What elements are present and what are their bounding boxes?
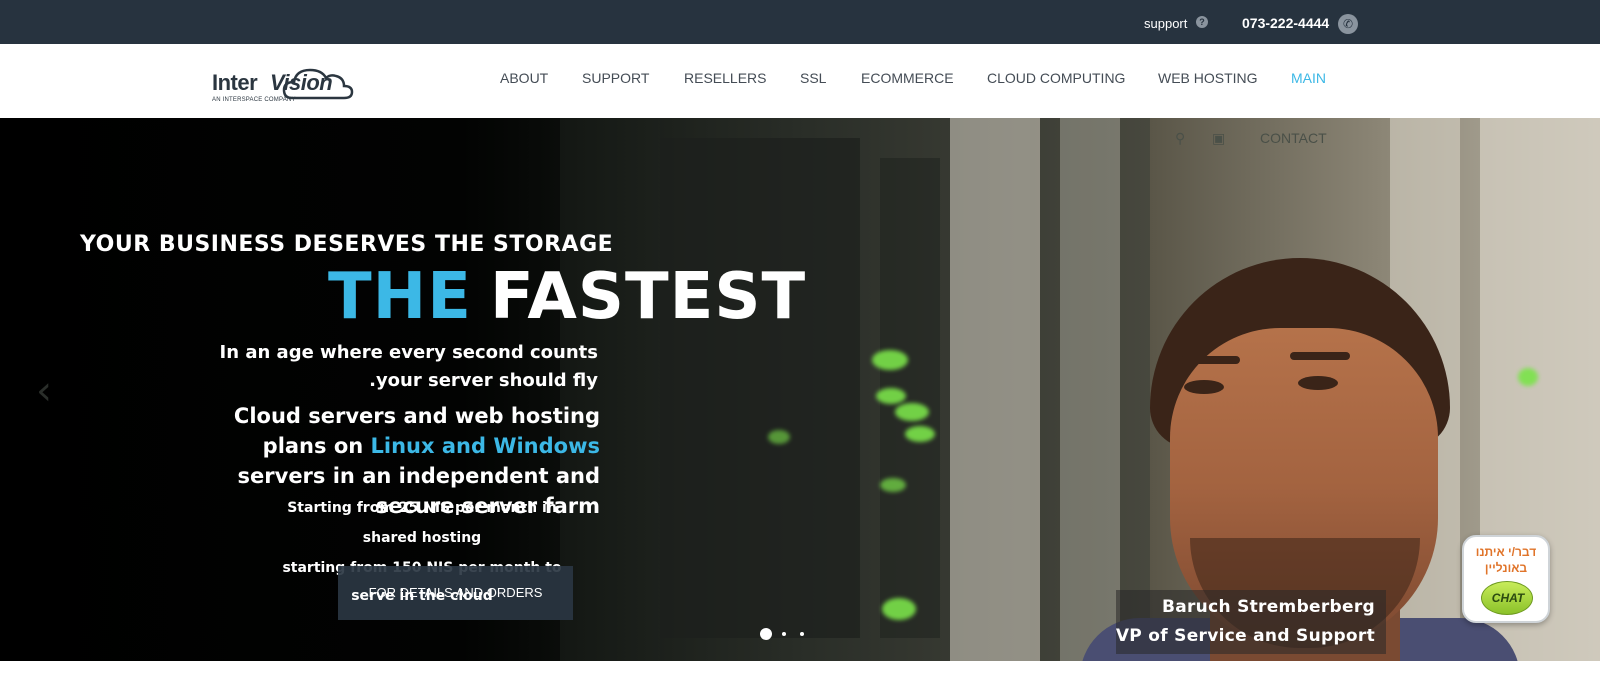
logo-tagline: AN INTERSPACE COMPANY [212, 97, 296, 103]
hero-price-line-4: serve in the cloud [351, 588, 493, 604]
slider-prev-arrow[interactable]: ‹ [36, 368, 52, 414]
nav-support[interactable]: SUPPORT [582, 70, 649, 86]
slider-dot[interactable] [800, 632, 804, 636]
person-eye [1298, 376, 1338, 390]
nav-ssl[interactable]: SSL [800, 70, 826, 86]
server-led [905, 426, 935, 442]
chat-label-line-2: באונליין [1484, 561, 1528, 575]
logo-text-vision: Vision [270, 70, 333, 95]
contact-link[interactable]: CONTACT [1260, 130, 1327, 146]
nav-ecommerce[interactable]: ECOMMERCE [861, 70, 954, 86]
slider-dot-active[interactable] [760, 628, 772, 640]
nav-web-hosting[interactable]: WEB HOSTING [1158, 70, 1258, 86]
server-led [768, 430, 790, 444]
hero-cloud-line-3: servers in an independent and [237, 464, 600, 488]
nav-cloud-computing[interactable]: CLOUD COMPUTING [987, 70, 1125, 86]
hero-headline-fastest: FASTEST [490, 260, 807, 334]
server-led [880, 478, 906, 492]
caption-person-name: Baruch Stremberberg [1161, 597, 1375, 617]
hero-subline-age-2: .your server should fly [369, 370, 598, 391]
site-logo[interactable]: Inter Vision AN INTERSPACE COMPANY [210, 64, 354, 110]
server-led [882, 598, 916, 620]
server-rack [660, 138, 860, 638]
chat-bubble-icon: CHAT [1481, 581, 1533, 615]
server-led [1518, 368, 1538, 386]
caption-person-role: VP of Service and Support [1115, 626, 1375, 646]
server-led [895, 403, 929, 421]
hero-cloud-line-2: plans on Linux and Windows [150, 434, 600, 458]
person-eyebrow [1290, 352, 1350, 360]
person-eye [1184, 380, 1224, 394]
hero-price-line-2: shared hosting [362, 530, 482, 546]
server-led [876, 388, 906, 404]
slider-dot[interactable] [782, 632, 786, 636]
chat-bubble-text: CHAT [1491, 591, 1525, 605]
hero-slider: ‹ ⚲ ▣ CONTACT YOUR BUSINESS DESERVES THE… [0, 118, 1600, 661]
nav-resellers[interactable]: RESELLERS [684, 70, 766, 86]
server-led [872, 350, 908, 370]
phone-icon[interactable]: ✆ [1338, 14, 1358, 34]
nav-about[interactable]: ABOUT [500, 70, 548, 86]
person-eyebrow [1180, 356, 1240, 364]
chat-label-line-1: דבר/י איתנו [1475, 545, 1537, 559]
phone-number[interactable]: 073-222-4444 [1242, 15, 1329, 31]
live-chat-widget[interactable]: דבר/י איתנו באונליין CHAT [1462, 535, 1550, 623]
search-icon[interactable]: ⚲ [1175, 130, 1185, 147]
support-link[interactable]: support [1144, 16, 1187, 31]
room-pillar [950, 118, 1040, 661]
hero-cloud-line-2-text: plans on [262, 434, 371, 458]
nav-main[interactable]: MAIN [1291, 70, 1326, 86]
logo-text-inter: Inter [212, 70, 258, 95]
hero-cloud-line-1: Cloud servers and web hosting [233, 404, 600, 428]
top-bar: support ? 073-222-4444 ✆ [0, 0, 1600, 44]
hero-subline-age-1: In an age where every second counts [219, 342, 598, 363]
hero-cloud-line-2-highlight: Linux and Windows [370, 434, 600, 458]
hero-price-line-1: Starting from 25 NIS per month in [287, 500, 557, 516]
question-circle-icon[interactable]: ? [1196, 16, 1208, 28]
hero-headline-the: THE [328, 260, 472, 334]
site-header: Inter Vision AN INTERSPACE COMPANY ABOUT… [0, 44, 1600, 118]
hero-headline-deserves: YOUR BUSINESS DESERVES THE STORAGE [80, 232, 614, 257]
room-pillar [1060, 118, 1120, 661]
cart-icon[interactable]: ▣ [1212, 130, 1225, 147]
